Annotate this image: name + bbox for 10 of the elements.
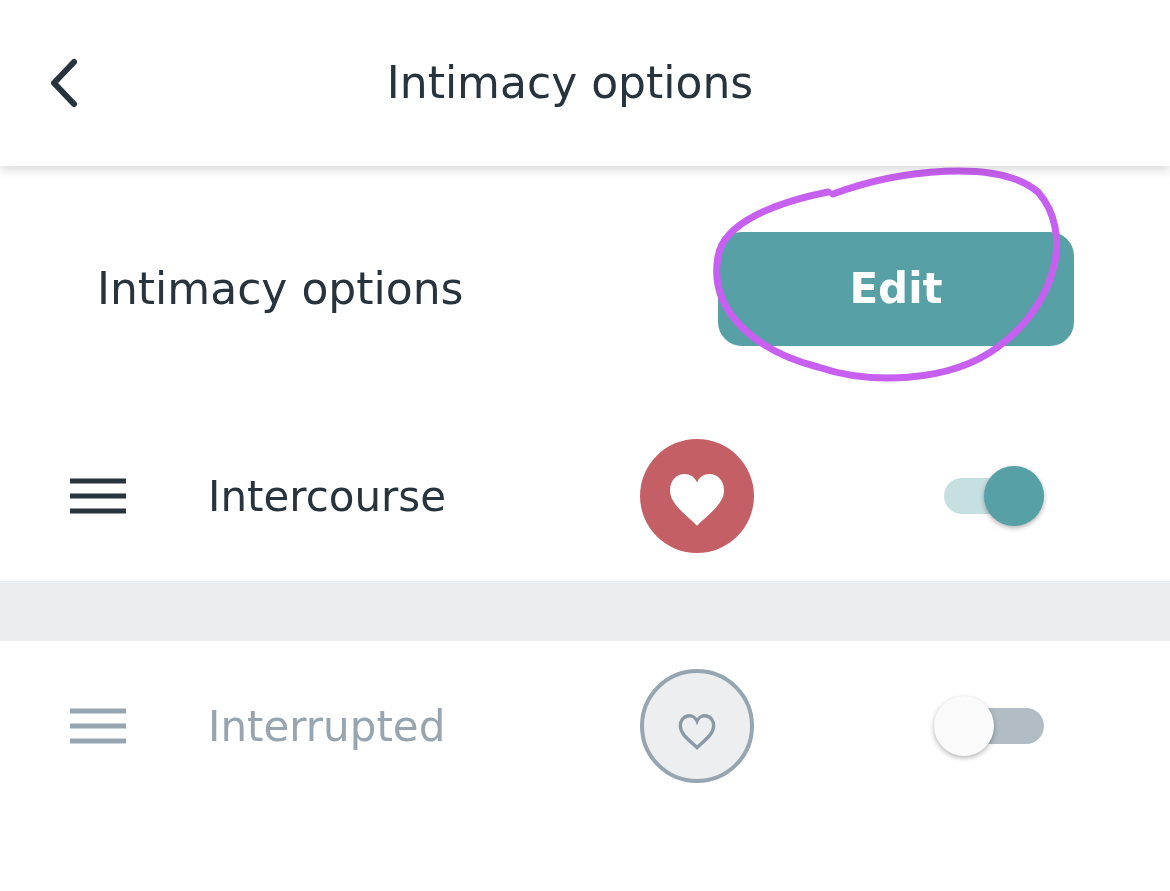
edit-button[interactable]: Edit <box>718 231 1074 346</box>
page-title: Intimacy options <box>385 56 755 110</box>
toggle-switch[interactable] <box>934 694 1044 758</box>
drag-handle-icon[interactable] <box>70 708 126 744</box>
option-label: Interrupted <box>208 700 447 753</box>
back-icon <box>48 58 80 108</box>
back-button[interactable] <box>48 58 80 108</box>
drag-handle-icon[interactable] <box>70 478 126 514</box>
section-title: Intimacy options <box>97 261 464 316</box>
option-label: Intercourse <box>208 470 448 523</box>
